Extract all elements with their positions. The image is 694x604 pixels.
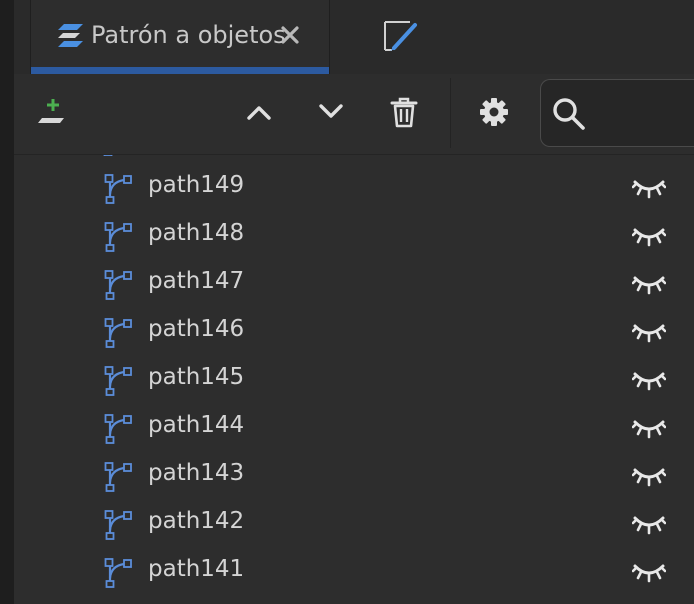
tab-bar: Patrón a objetos bbox=[14, 0, 694, 74]
toolbar-separator bbox=[450, 78, 451, 148]
path-icon bbox=[102, 412, 134, 444]
list-item-label: path141 bbox=[148, 556, 245, 582]
path-icon bbox=[102, 556, 134, 588]
visibility-hidden-icon[interactable] bbox=[631, 415, 667, 441]
list-item-label: path143 bbox=[148, 460, 245, 486]
visibility-hidden-icon[interactable] bbox=[631, 463, 667, 489]
list-item-label: path148 bbox=[148, 220, 245, 246]
path-icon bbox=[102, 316, 134, 348]
objects-panel: Patrón a objetos path149 path148 path147… bbox=[0, 0, 694, 604]
trash-icon[interactable] bbox=[390, 96, 418, 128]
list-item-label: path147 bbox=[148, 268, 245, 294]
add-layer-icon[interactable] bbox=[36, 96, 66, 126]
search-icon bbox=[551, 96, 587, 132]
chevron-down-icon[interactable] bbox=[316, 96, 346, 126]
gear-icon[interactable] bbox=[478, 96, 510, 128]
close-icon[interactable] bbox=[278, 23, 302, 47]
list-item[interactable]: path146 bbox=[14, 307, 694, 355]
list-item-partial[interactable] bbox=[14, 155, 694, 163]
list-item[interactable]: path141 bbox=[14, 547, 694, 595]
path-icon bbox=[102, 220, 134, 252]
list-item[interactable]: path145 bbox=[14, 355, 694, 403]
visibility-hidden-icon[interactable] bbox=[631, 271, 667, 297]
visibility-hidden-icon[interactable] bbox=[631, 319, 667, 345]
list-item[interactable]: path147 bbox=[14, 259, 694, 307]
list-item[interactable]: path142 bbox=[14, 499, 694, 547]
visibility-hidden-icon[interactable] bbox=[631, 511, 667, 537]
list-item-label: path146 bbox=[148, 316, 245, 342]
path-icon bbox=[102, 155, 134, 157]
path-icon bbox=[102, 364, 134, 396]
path-icon bbox=[102, 508, 134, 540]
visibility-hidden-icon[interactable] bbox=[631, 175, 667, 201]
path-icon bbox=[102, 268, 134, 300]
objects-list: path149 path148 path147 path146 path145 path1… bbox=[14, 155, 694, 604]
list-item[interactable]: path144 bbox=[14, 403, 694, 451]
visibility-hidden-icon[interactable] bbox=[631, 223, 667, 249]
list-item[interactable]: path143 bbox=[14, 451, 694, 499]
tab-objects[interactable]: Patrón a objetos bbox=[30, 0, 330, 74]
active-tab-indicator bbox=[31, 67, 329, 74]
visibility-hidden-icon[interactable] bbox=[631, 559, 667, 585]
search-input[interactable] bbox=[593, 90, 694, 136]
list-item-label: path144 bbox=[148, 412, 245, 438]
list-item-label: path149 bbox=[148, 172, 245, 198]
list-item-label: path145 bbox=[148, 364, 245, 390]
visibility-hidden-icon[interactable] bbox=[631, 367, 667, 393]
list-item[interactable]: path148 bbox=[14, 211, 694, 259]
list-item[interactable]: path149 bbox=[14, 163, 694, 211]
path-icon bbox=[102, 460, 134, 492]
objects-layers-icon bbox=[55, 22, 85, 50]
path-icon bbox=[102, 172, 134, 204]
search-box[interactable] bbox=[540, 79, 694, 147]
tab-objects-label: Patrón a objetos bbox=[91, 21, 286, 49]
chevron-up-icon[interactable] bbox=[244, 98, 274, 128]
left-gutter bbox=[0, 0, 14, 604]
toolbar bbox=[14, 74, 694, 155]
list-item-label: path142 bbox=[148, 508, 245, 534]
fill-stroke-icon[interactable] bbox=[382, 18, 418, 54]
